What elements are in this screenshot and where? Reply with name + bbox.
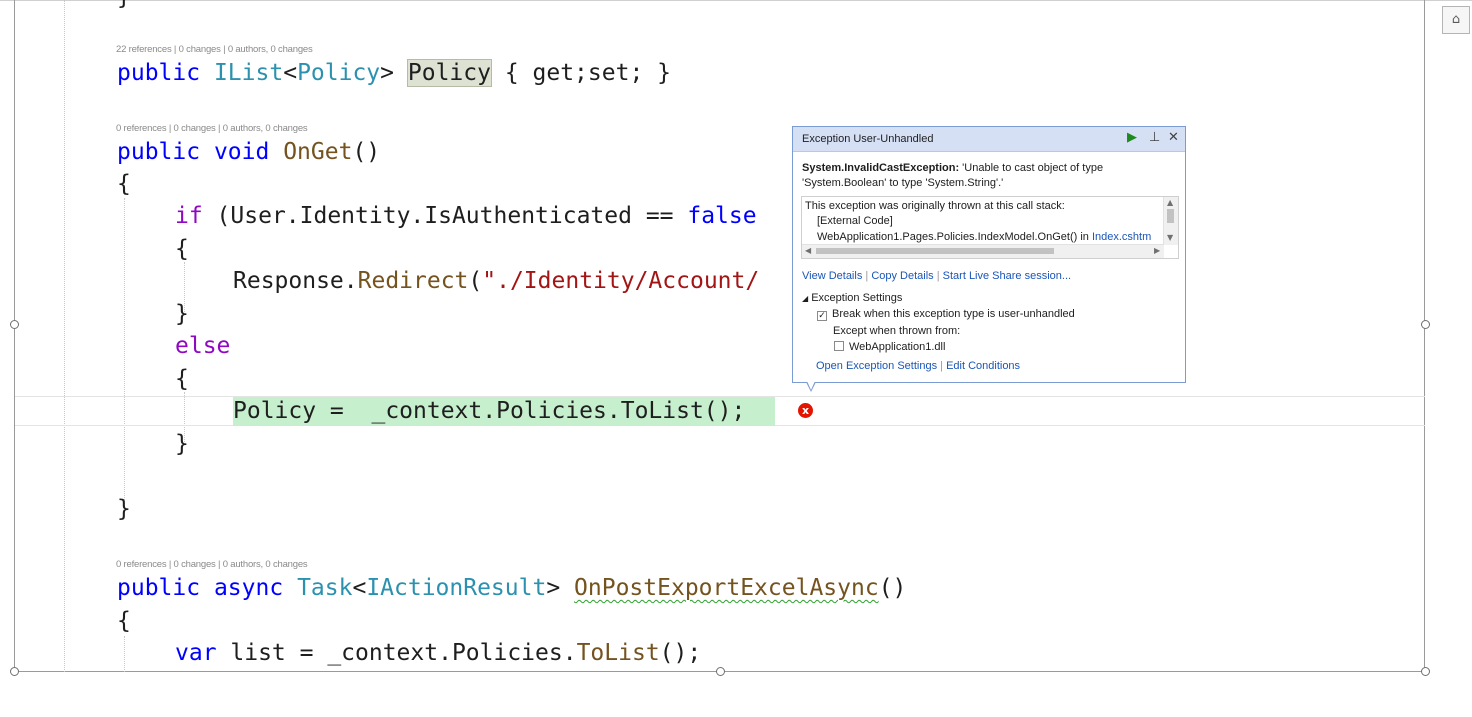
close-icon[interactable]: ✕: [1168, 130, 1179, 146]
code-line-onget: public void OnGet(): [117, 139, 381, 165]
code-line-exception: Policy = _context.Policies.ToList();: [233, 398, 746, 424]
resize-handle[interactable]: [1421, 320, 1430, 329]
code-line: {: [117, 171, 131, 197]
code-line-redirect: Response.Redirect("./Identity/Account/: [233, 268, 760, 294]
scroll-up-icon[interactable]: ▲: [1167, 199, 1173, 207]
code-line-if: if (User.Identity.IsAuthenticated == fal…: [175, 203, 757, 229]
code-line: }: [117, 496, 131, 522]
codelens-policy-property[interactable]: 22 references | 0 changes | 0 authors, 0…: [116, 44, 313, 55]
popup-pointer-fill: [807, 381, 815, 390]
error-icon[interactable]: x: [798, 403, 813, 418]
copy-details-link[interactable]: Copy Details: [871, 270, 933, 282]
source-link[interactable]: Index.cshtm: [1092, 231, 1151, 243]
live-share-link[interactable]: Start Live Share session...: [943, 270, 1071, 282]
scroll-thumb[interactable]: [1167, 209, 1174, 223]
code-line-var-list: var list = _context.Policies.ToList();: [175, 640, 702, 666]
stack-line-external: [External Code]: [817, 215, 893, 227]
play-icon[interactable]: ▶: [1127, 130, 1137, 146]
horizontal-scrollbar[interactable]: ◀ ▶: [802, 244, 1164, 258]
scroll-down-icon[interactable]: ▼: [1167, 234, 1173, 242]
code-line: }: [175, 301, 189, 327]
edit-conditions-link[interactable]: Edit Conditions: [946, 360, 1020, 372]
code-line: }: [175, 431, 189, 457]
resize-handle[interactable]: [1421, 667, 1430, 676]
code-line: {: [175, 236, 189, 262]
break-checkbox[interactable]: ✓: [817, 311, 827, 321]
open-exception-settings-link[interactable]: Open Exception Settings: [816, 360, 937, 372]
layout-options-icon[interactable]: ⌂: [1442, 6, 1470, 34]
code-line-policy-property: public IList<Policy> Policy { get;set; }: [117, 59, 671, 87]
exception-type: System.InvalidCastException:: [802, 162, 960, 174]
code-line: {: [117, 608, 131, 634]
details-links: View Details | Copy Details | Start Live…: [802, 270, 1072, 282]
pin-icon[interactable]: ⊥: [1149, 130, 1160, 146]
code-line-export-method: public async Task<IActionResult> OnPostE…: [117, 575, 907, 601]
call-stack-box[interactable]: This exception was originally thrown at …: [801, 196, 1179, 259]
code-editor[interactable]: } 22 references | 0 changes | 0 authors,…: [0, 0, 1472, 672]
exception-settings-toggle[interactable]: ◢ Exception Settings: [802, 292, 902, 304]
exception-message: System.InvalidCastException: 'Unable to …: [802, 162, 1104, 189]
stack-header: This exception was originally thrown at …: [805, 200, 1065, 212]
break-checkbox-row[interactable]: ✓ Break when this exception type is user-…: [817, 308, 1075, 321]
code-line: }: [117, 0, 131, 12]
dll-checkbox-row[interactable]: WebApplication1.dll: [834, 341, 945, 353]
resize-handle[interactable]: [10, 667, 19, 676]
dll-checkbox[interactable]: [834, 341, 844, 351]
resize-handle[interactable]: [10, 320, 19, 329]
stack-line-onget: WebApplication1.Pages.Policies.IndexMode…: [817, 231, 1152, 243]
codelens-export[interactable]: 0 references | 0 changes | 0 authors, 0 …: [116, 559, 308, 570]
scroll-left-icon[interactable]: ◀: [805, 247, 811, 255]
codelens-onget[interactable]: 0 references | 0 changes | 0 authors, 0 …: [116, 123, 308, 134]
exception-helper-popup: Exception User-Unhandled ▶ ⊥ ✕ System.In…: [792, 126, 1186, 383]
resize-handle[interactable]: [716, 667, 725, 676]
vertical-scrollbar[interactable]: ▲ ▼: [1163, 197, 1178, 245]
code-line-else: else: [175, 333, 231, 359]
popup-header: Exception User-Unhandled ▶ ⊥ ✕: [793, 127, 1185, 152]
code-line: {: [175, 366, 189, 392]
highlighted-symbol: Policy: [406, 59, 492, 87]
except-label: Except when thrown from:: [833, 325, 961, 337]
scroll-thumb[interactable]: [816, 248, 1054, 254]
triangle-down-icon: ◢: [802, 294, 809, 303]
settings-links: Open Exception Settings | Edit Condition…: [816, 360, 1021, 372]
view-details-link[interactable]: View Details: [802, 270, 862, 282]
scroll-right-icon[interactable]: ▶: [1154, 247, 1160, 255]
popup-title: Exception User-Unhandled: [802, 133, 934, 145]
